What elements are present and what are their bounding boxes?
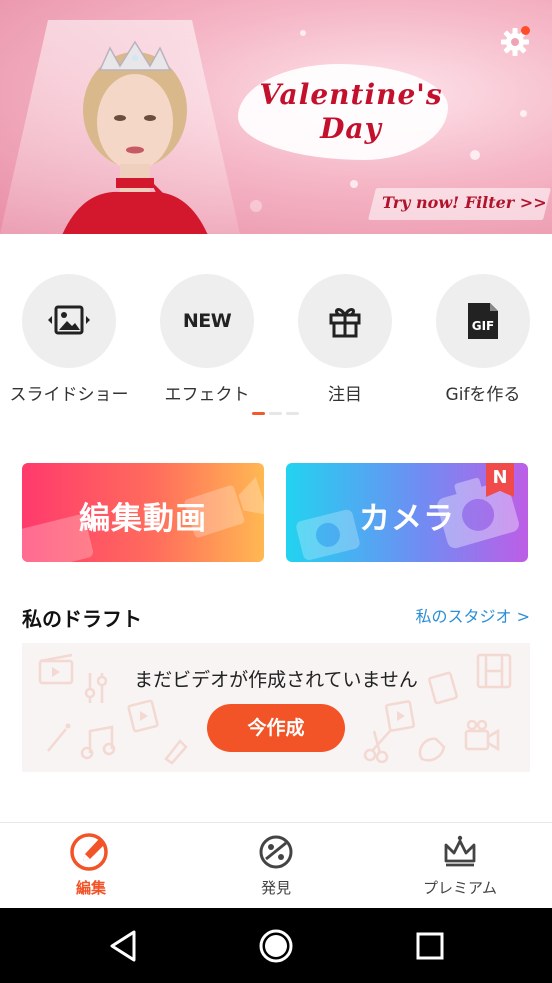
banner-title-line2: Day xyxy=(320,112,382,145)
shortcut-label: スライドショー xyxy=(9,385,129,405)
no-drafts-message: まだビデオが作成されていません xyxy=(134,669,418,691)
nav-tab-premium[interactable]: プレミアム xyxy=(400,831,520,898)
crown-icon xyxy=(444,835,476,867)
nav-tab-label: プレミアム xyxy=(423,879,497,897)
video-file-decoration-icon xyxy=(127,699,159,733)
edit-video-button[interactable]: 編集動画 xyxy=(22,463,264,562)
home-circle-icon[interactable] xyxy=(258,928,294,964)
gif-file-icon: GIF xyxy=(468,303,498,339)
shortcut-featured[interactable]: 注目 xyxy=(275,274,415,405)
shortcut-effects[interactable]: NEW エフェクト xyxy=(137,274,277,405)
create-now-button[interactable]: 今作成 xyxy=(207,704,345,752)
nav-tab-edit[interactable]: 編集 xyxy=(31,831,151,898)
banner-title: Valentine's Day xyxy=(256,78,446,146)
sparkle-decoration xyxy=(470,150,480,160)
pencil-icon xyxy=(70,833,108,871)
banner-title-line1: Valentine's xyxy=(259,78,443,111)
sparkle-decoration xyxy=(250,200,262,212)
shortcut-circle xyxy=(298,274,392,368)
page-dot xyxy=(269,412,282,415)
shortcut-label: 注目 xyxy=(328,385,362,405)
shortcut-circle: NEW xyxy=(160,274,254,368)
camera-label: カメラ xyxy=(359,501,455,537)
nav-tab-label: 発見 xyxy=(260,879,291,897)
video-camera-decoration-icon xyxy=(464,719,500,752)
discover-icon xyxy=(259,835,293,869)
magic-wand-decoration-icon xyxy=(47,723,71,752)
camera-button[interactable]: カメラ N xyxy=(286,463,528,562)
pencil-decoration-icon xyxy=(164,739,188,765)
drafts-heading: 私のドラフト xyxy=(22,607,142,631)
notification-dot xyxy=(521,26,530,35)
shortcut-label: エフェクト xyxy=(164,385,250,405)
new-effects-icon: NEW xyxy=(182,310,232,332)
gif-icon-text: GIF xyxy=(472,319,495,333)
back-triangle-icon[interactable] xyxy=(106,928,142,964)
image-slideshow-icon xyxy=(48,305,90,335)
shortcut-label: Gifを作る xyxy=(445,385,521,405)
page-indicator xyxy=(252,412,299,415)
nav-tab-discover[interactable]: 発見 xyxy=(216,831,336,898)
app-screen: Valentine's Day Try now! Filter >> スライドシ… xyxy=(0,0,552,983)
nav-tab-label: 編集 xyxy=(75,879,106,897)
sparkle-decoration xyxy=(520,110,527,117)
drafts-empty-panel: まだビデオが作成されていません 今作成 xyxy=(22,643,530,772)
shortcut-slideshow[interactable]: スライドショー xyxy=(0,274,139,405)
shortcut-row: スライドショー NEW エフェクト 注目 GIF Gifを作る xyxy=(0,274,552,414)
gift-icon xyxy=(329,308,361,338)
banner-cta-link[interactable]: Try now! Filter >> xyxy=(382,193,547,212)
my-studio-link[interactable]: 私のスタジオ > xyxy=(416,603,531,627)
recent-apps-square-icon[interactable] xyxy=(412,928,448,964)
page-dot xyxy=(286,412,299,415)
page-dot-active xyxy=(252,412,265,415)
play-file-decoration-icon xyxy=(384,700,416,732)
promo-banner[interactable]: Valentine's Day Try now! Filter >> xyxy=(0,0,552,234)
system-navigation-bar xyxy=(0,908,552,983)
sparkle-decoration xyxy=(350,180,358,188)
shortcut-circle xyxy=(22,274,116,368)
bottom-navigation: 編集 発見 プレミアム xyxy=(0,822,552,908)
sticker-decoration-icon xyxy=(418,737,446,762)
bride-model-image xyxy=(62,40,208,234)
shortcut-make-gif[interactable]: GIF Gifを作る xyxy=(413,274,552,405)
shortcut-circle: GIF xyxy=(436,274,530,368)
music-note-decoration-icon xyxy=(80,725,116,760)
sparkle-decoration xyxy=(300,30,306,36)
edit-video-label: 編集動画 xyxy=(79,501,207,537)
